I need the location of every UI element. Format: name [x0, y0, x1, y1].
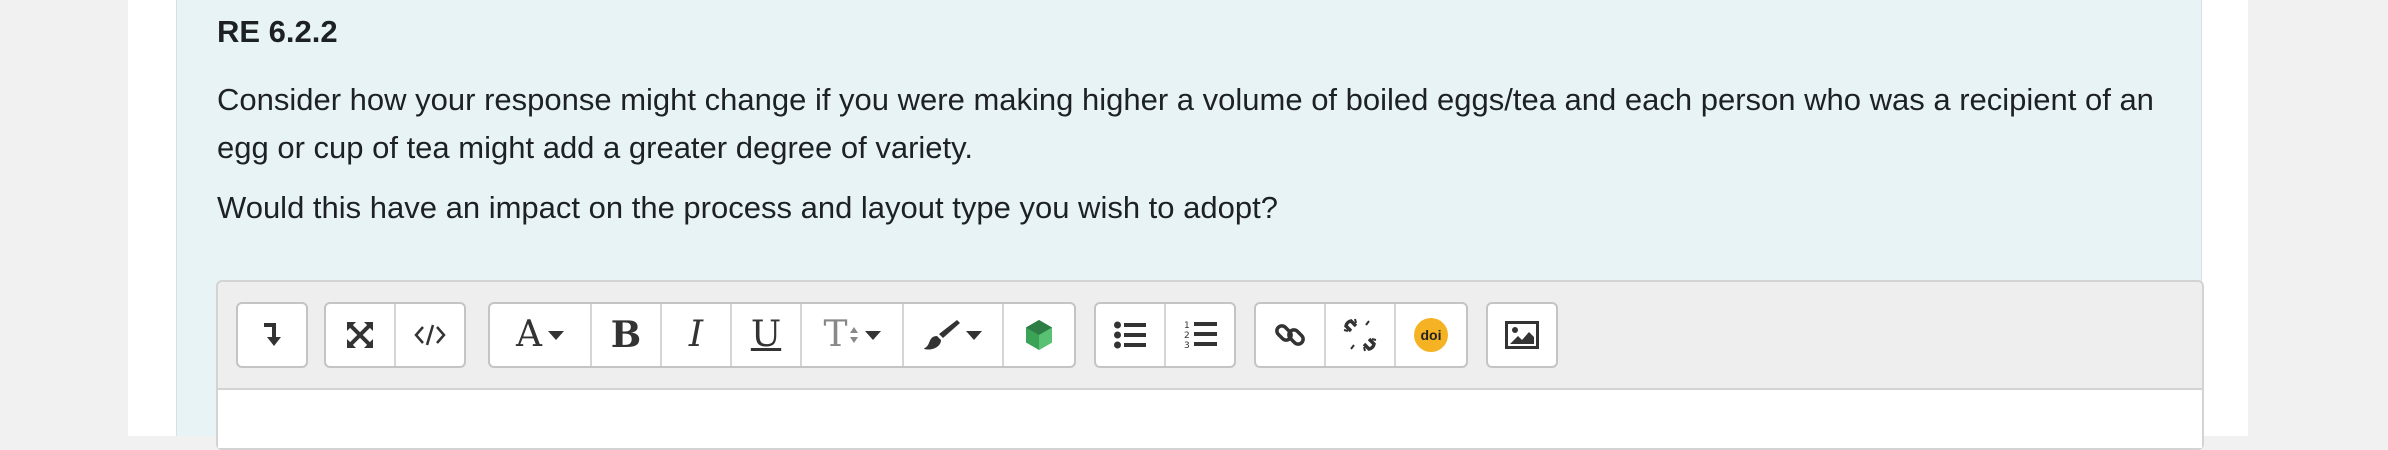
numbered-list-button[interactable]: 1 2 3 — [1166, 304, 1234, 366]
question-paragraph-1: Consider how your response might change … — [217, 82, 2154, 165]
bullet-list-icon — [1114, 321, 1146, 349]
font-size-arrows-icon — [849, 327, 858, 343]
image-button[interactable] — [1488, 304, 1556, 366]
doi-icon: doi — [1414, 318, 1448, 352]
question-title: RE 6.2.2 — [217, 14, 338, 49]
bold-icon: B — [610, 314, 642, 356]
bullet-list-button[interactable] — [1096, 304, 1166, 366]
doi-button[interactable]: doi — [1396, 304, 1466, 366]
html-source-button[interactable] — [396, 304, 464, 366]
unlink-button[interactable] — [1326, 304, 1396, 366]
rich-text-editor: A B I U T 1 2 3 doi — [216, 280, 2204, 450]
underline-icon: U — [750, 314, 782, 355]
toolbar-group-format: A B I U T — [488, 302, 1076, 368]
toolbar-group-links: doi — [1254, 302, 1468, 368]
bold-button[interactable]: B — [592, 304, 662, 366]
toolbar-group-toggle — [236, 302, 308, 368]
underline-button[interactable]: U — [732, 304, 802, 366]
h5p-button[interactable] — [1004, 304, 1074, 366]
text-color-button[interactable] — [904, 304, 1004, 366]
toolbar-group-lists: 1 2 3 — [1094, 302, 1236, 368]
svg-text:1: 1 — [1184, 321, 1190, 331]
link-icon — [1275, 324, 1305, 346]
html-source-icon — [414, 324, 446, 346]
chevron-down-icon — [966, 330, 982, 340]
image-icon — [1505, 321, 1539, 349]
chevron-down-icon — [864, 330, 881, 340]
italic-icon: I — [688, 314, 704, 355]
link-button[interactable] — [1256, 304, 1326, 366]
font-size-icon: T — [823, 314, 848, 355]
doi-label: doi — [1420, 327, 1442, 343]
fullscreen-button[interactable] — [326, 304, 396, 366]
toolbar-group-view — [324, 302, 466, 368]
chevron-down-icon — [548, 330, 564, 340]
text-color-icon — [924, 320, 960, 350]
font-family-icon: A — [516, 314, 542, 355]
fullscreen-icon — [347, 322, 373, 348]
font-family-button[interactable]: A — [490, 304, 592, 366]
unlink-icon — [1343, 318, 1377, 352]
editor-content-area[interactable] — [218, 388, 2202, 448]
toggle-toolbar-icon — [264, 323, 281, 346]
svg-text:3: 3 — [1184, 341, 1190, 351]
italic-button[interactable]: I — [662, 304, 732, 366]
numbered-list-icon: 1 2 3 — [1184, 321, 1217, 351]
h5p-icon — [1026, 320, 1052, 350]
toolbar-group-media — [1486, 302, 1558, 368]
svg-text:2: 2 — [1184, 331, 1190, 341]
question-paragraph-2: Would this have an impact on the process… — [217, 190, 1278, 225]
toggle-toolbar-button[interactable] — [238, 304, 306, 366]
font-size-button[interactable]: T — [802, 304, 904, 366]
